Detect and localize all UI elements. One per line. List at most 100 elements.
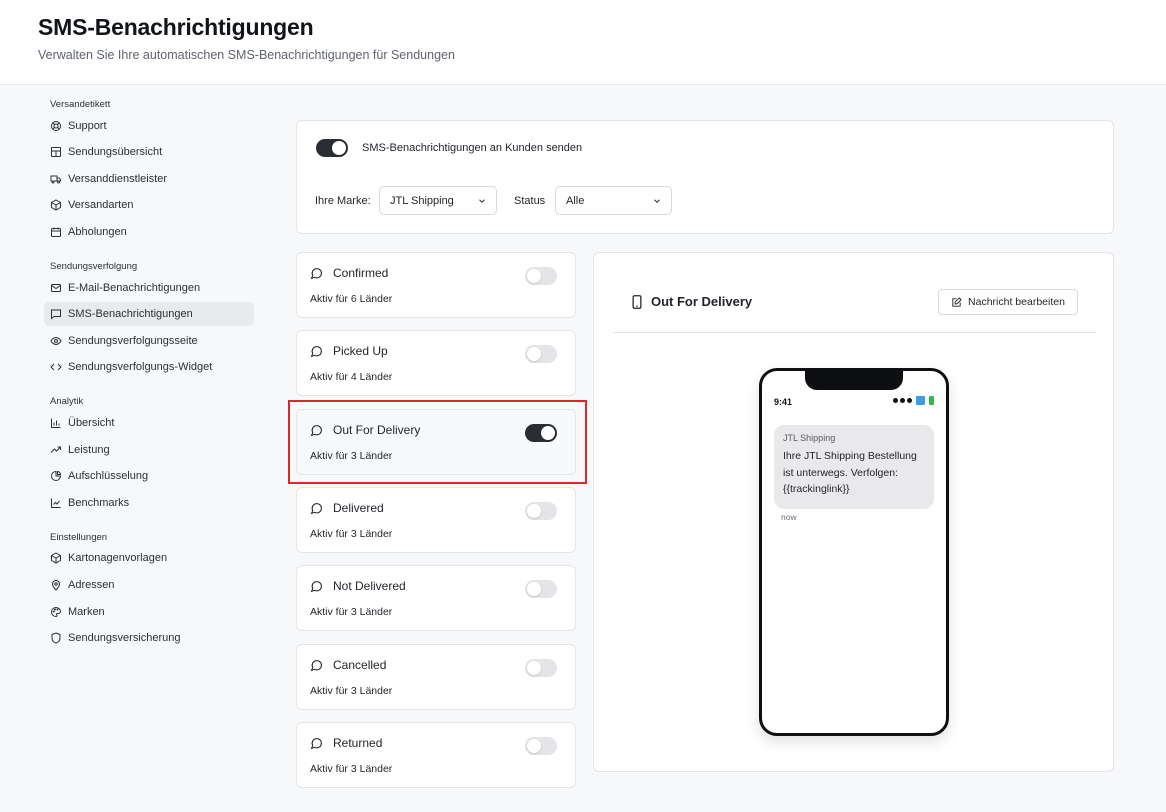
sidebar-item-label: Kartonagenvorlagen bbox=[68, 552, 168, 565]
event-subtitle: Aktiv für 3 Länder bbox=[310, 763, 393, 775]
sidebar-item-label: Sendungsversicherung bbox=[68, 632, 181, 645]
brand-select[interactable]: JTL Shipping bbox=[379, 186, 497, 215]
sidebar-item-carton-templates[interactable]: Kartonagenvorlagen bbox=[44, 546, 254, 570]
sidebar-item-tracking-page[interactable]: Sendungsverfolgungsseite bbox=[44, 329, 254, 353]
sidebar-item-label: Übersicht bbox=[68, 416, 115, 429]
box-icon bbox=[50, 552, 62, 564]
sidebar-section: Einstellungen Kartonagenvorlagen Adresse… bbox=[44, 531, 254, 650]
trending-up-icon bbox=[50, 444, 62, 456]
event-title: Delivered bbox=[333, 501, 384, 515]
shield-icon bbox=[50, 632, 62, 644]
event-card-cancelled[interactable]: Cancelled Aktiv für 3 Länder bbox=[296, 644, 576, 710]
sms-enable-toggle[interactable] bbox=[316, 139, 348, 157]
sidebar-item-support[interactable]: Support bbox=[44, 114, 254, 138]
signal-icon bbox=[893, 398, 912, 403]
event-card-returned[interactable]: Returned Aktiv für 3 Länder bbox=[296, 722, 576, 788]
sidebar-item-abholungen[interactable]: Abholungen bbox=[44, 220, 254, 244]
edit-message-label: Nachricht bearbeiten bbox=[968, 296, 1065, 308]
sidebar-item-shipping-insurance[interactable]: Sendungsversicherung bbox=[44, 626, 254, 650]
sidebar-item-breakdown[interactable]: Aufschlüsselung bbox=[44, 464, 254, 488]
sidebar-item-versandarten[interactable]: Versandarten bbox=[44, 193, 254, 217]
sidebar-item-versanddienstleister[interactable]: Versanddienstleister bbox=[44, 167, 254, 191]
smartphone-icon bbox=[632, 295, 642, 309]
event-subtitle: Aktiv für 6 Länder bbox=[310, 293, 393, 305]
sms-enable-label: SMS-Benachrichtigungen an Kunden senden bbox=[362, 142, 583, 154]
sms-bubble: JTL Shipping Ihre JTL Shipping Bestellun… bbox=[774, 425, 934, 509]
sidebar-item-label: Sendungsübersicht bbox=[68, 146, 163, 159]
sidebar-section: Analytik Übersicht Leistung Aufschlüssel… bbox=[44, 395, 254, 514]
event-card-delivered[interactable]: Delivered Aktiv für 3 Länder bbox=[296, 487, 576, 553]
status-select-value: Alle bbox=[566, 194, 585, 207]
sms-settings-card: SMS-Benachrichtigungen an Kunden senden … bbox=[296, 120, 1114, 234]
sidebar-item-overview[interactable]: Übersicht bbox=[44, 411, 254, 435]
message-circle-icon bbox=[310, 660, 322, 672]
event-title: Not Delivered bbox=[333, 579, 406, 593]
brand-select-value: JTL Shipping bbox=[390, 194, 454, 207]
sidebar-item-brands[interactable]: Marken bbox=[44, 600, 254, 624]
event-toggle[interactable] bbox=[525, 659, 557, 677]
event-toggle[interactable] bbox=[525, 502, 557, 520]
sidebar-item-label: E-Mail-Benachrichtigungen bbox=[68, 281, 201, 294]
toggle-knob bbox=[527, 739, 541, 753]
event-subtitle: Aktiv für 3 Länder bbox=[310, 685, 393, 697]
sidebar-item-email-notifications[interactable]: E-Mail-Benachrichtigungen bbox=[44, 276, 254, 300]
event-subtitle: Aktiv für 3 Länder bbox=[310, 606, 393, 618]
sidebar-item-label: Versandarten bbox=[68, 199, 134, 212]
sidebar-item-benchmarks[interactable]: Benchmarks bbox=[44, 491, 254, 515]
section-label: Sendungsverfolgung bbox=[50, 260, 138, 272]
edit-icon bbox=[952, 296, 962, 307]
palette-icon bbox=[50, 606, 62, 618]
eye-icon bbox=[50, 335, 62, 347]
sidebar-item-sendungsuebersicht[interactable]: Sendungsübersicht bbox=[44, 140, 254, 164]
sidebar-item-sms-notifications[interactable]: SMS-Benachrichtigungen bbox=[44, 302, 254, 327]
sms-message: Ihre JTL Shipping Bestellung ist unterwe… bbox=[783, 450, 917, 495]
event-title: Confirmed bbox=[333, 266, 389, 280]
toggle-knob bbox=[527, 504, 541, 518]
event-card-confirmed[interactable]: Confirmed Aktiv für 6 Länder bbox=[296, 252, 576, 318]
line-chart-icon bbox=[50, 497, 62, 509]
message-circle-icon bbox=[310, 268, 322, 280]
message-circle-icon bbox=[310, 346, 322, 358]
phone-notch bbox=[805, 368, 903, 390]
toggle-knob bbox=[527, 582, 541, 596]
event-toggle[interactable] bbox=[525, 345, 557, 363]
event-title: Returned bbox=[333, 736, 383, 750]
chevron-down-icon bbox=[479, 199, 485, 203]
page-title: SMS-Benachrichtigungen bbox=[38, 14, 314, 40]
sidebar: Versandetikett Support Sendungsübersicht… bbox=[44, 96, 254, 666]
sms-timestamp: now bbox=[781, 512, 797, 522]
sidebar-item-performance[interactable]: Leistung bbox=[44, 438, 254, 462]
event-toggle[interactable] bbox=[525, 580, 557, 598]
sidebar-item-label: Sendungsverfolgungsseite bbox=[68, 334, 198, 347]
page-subtitle: Verwalten Sie Ihre automatischen SMS-Ben… bbox=[38, 48, 455, 62]
phone-status-icons bbox=[893, 396, 934, 405]
sidebar-item-addresses[interactable]: Adressen bbox=[44, 573, 254, 597]
divider bbox=[613, 332, 1096, 333]
toggle-knob bbox=[527, 269, 541, 283]
event-subtitle: Aktiv für 4 Länder bbox=[310, 371, 393, 383]
edit-message-button[interactable]: Nachricht bearbeiten bbox=[938, 289, 1078, 315]
event-title: Picked Up bbox=[333, 344, 388, 358]
toggle-knob bbox=[527, 347, 541, 361]
message-circle-icon bbox=[310, 581, 322, 593]
event-card-picked-up[interactable]: Picked Up Aktiv für 4 Länder bbox=[296, 330, 576, 396]
sidebar-item-tracking-widget[interactable]: Sendungsverfolgungs-Widget bbox=[44, 355, 254, 379]
code-icon bbox=[50, 361, 62, 373]
chevron-down-icon bbox=[654, 199, 660, 203]
sidebar-item-label: Support bbox=[68, 119, 107, 132]
event-toggle[interactable] bbox=[525, 737, 557, 755]
toggle-knob bbox=[332, 141, 346, 155]
sidebar-section: Versandetikett Support Sendungsübersicht… bbox=[44, 98, 254, 244]
section-label: Versandetikett bbox=[50, 99, 111, 110]
map-pin-icon bbox=[50, 579, 62, 591]
message-circle-icon bbox=[310, 503, 322, 515]
sms-sender: JTL Shipping bbox=[783, 433, 836, 443]
sidebar-item-label: Benchmarks bbox=[68, 496, 130, 509]
page-header: SMS-Benachrichtigungen Verwalten Sie Ihr… bbox=[0, 0, 1166, 85]
event-subtitle: Aktiv für 3 Länder bbox=[310, 528, 393, 540]
event-card-not-delivered[interactable]: Not Delivered Aktiv für 3 Länder bbox=[296, 565, 576, 631]
status-select[interactable]: Alle bbox=[555, 186, 672, 215]
sidebar-item-label: Abholungen bbox=[68, 225, 127, 238]
event-toggle[interactable] bbox=[525, 267, 557, 285]
message-circle-icon bbox=[310, 738, 322, 750]
